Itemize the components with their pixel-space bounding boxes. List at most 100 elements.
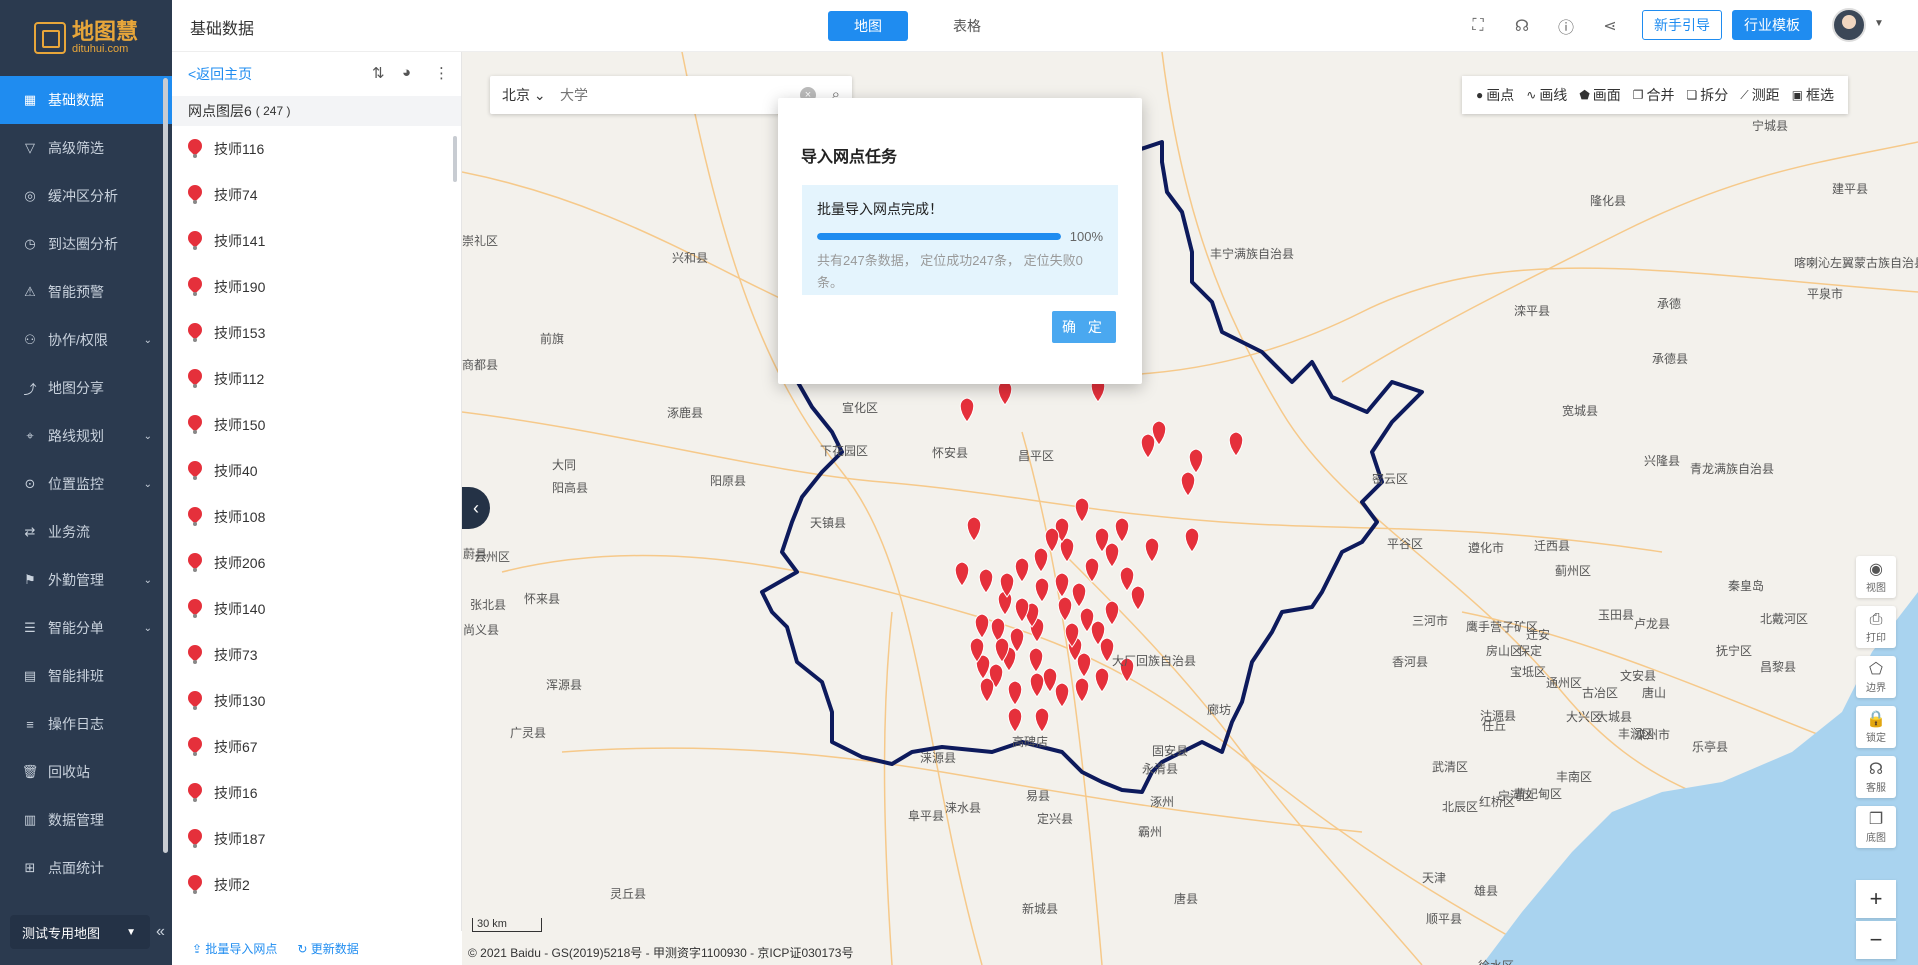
list-item[interactable]: 技师108 (172, 494, 461, 540)
back-home-link[interactable]: <返回主页 (188, 64, 252, 84)
panel-scrollbar[interactable] (453, 136, 457, 182)
list-item[interactable]: 技师67 (172, 724, 461, 770)
sidebar-item[interactable]: ⇄ 业务流 (0, 508, 172, 556)
map-marker[interactable] (1033, 547, 1049, 573)
list-item[interactable]: 技师206 (172, 540, 461, 586)
search-input[interactable] (560, 87, 780, 103)
map-marker[interactable] (966, 516, 982, 542)
map-marker[interactable] (1007, 707, 1023, 733)
side-tool-layers[interactable]: ❐ 底图 (1856, 806, 1896, 848)
sidebar-item[interactable]: ▥ 数据管理 (0, 796, 172, 844)
map-marker[interactable] (1071, 582, 1087, 608)
map-marker[interactable] (974, 613, 990, 639)
list-item[interactable]: 技师2 (172, 862, 461, 908)
list-item[interactable]: 技师116 (172, 126, 461, 172)
list-item[interactable]: 技师74 (172, 172, 461, 218)
map-marker[interactable] (1028, 647, 1044, 673)
map-marker[interactable] (1007, 680, 1023, 706)
map-marker[interactable] (1057, 596, 1073, 622)
side-tool-headset[interactable]: ☊ 客服 (1856, 756, 1896, 798)
map-marker[interactable] (1076, 652, 1092, 678)
sidebar-item[interactable]: ⚑ 外勤管理 ⌄ (0, 556, 172, 604)
caret-down-icon[interactable]: ▼ (1874, 18, 1884, 29)
map-marker[interactable] (954, 561, 970, 587)
headset-icon[interactable]: ☊ (1512, 16, 1532, 36)
map-marker[interactable] (1042, 667, 1058, 693)
sidebar-scrollbar[interactable] (163, 78, 168, 853)
sidebar-item[interactable]: ⤴ 地图分享 (0, 364, 172, 412)
map-marker[interactable] (1104, 600, 1120, 626)
map-marker[interactable] (1114, 517, 1130, 543)
map-marker[interactable] (1034, 577, 1050, 603)
map-marker[interactable] (979, 677, 995, 703)
tool-polygon-tool[interactable]: ⬟ 画面 (1573, 85, 1626, 105)
map-marker[interactable] (1054, 572, 1070, 598)
map-canvas[interactable]: 隆化县 宁城县 建平县 丰宁满族自治县 滦平县 承德 承德县 平泉市 喀喇沁左翼蒙古族自治县 宽城… (462, 52, 1918, 965)
side-tool-print[interactable]: ⎙ 打印 (1856, 606, 1896, 648)
map-marker[interactable] (1140, 433, 1156, 459)
share-icon[interactable]: ⋖ (1600, 16, 1620, 36)
sidebar-item[interactable]: ⚇ 协作/权限 ⌄ (0, 316, 172, 364)
list-item[interactable]: 技师112 (172, 356, 461, 402)
map-marker[interactable] (1029, 672, 1045, 698)
sidebar-item[interactable]: ≡ 操作日志 (0, 700, 172, 748)
tab-table[interactable]: 表格 (927, 11, 1007, 41)
zoom-out-button[interactable]: − (1856, 921, 1896, 959)
collapse-sidebar-icon[interactable]: « (156, 923, 165, 941)
map-marker[interactable] (1184, 527, 1200, 553)
list-item[interactable]: 技师187 (172, 816, 461, 862)
map-marker[interactable] (1228, 431, 1244, 457)
sidebar-item[interactable]: ⊞ 点面统计 (0, 844, 172, 892)
map-marker[interactable] (1074, 677, 1090, 703)
map-marker[interactable] (1130, 585, 1146, 611)
map-select[interactable]: 测试专用地图 ▼ (10, 915, 150, 949)
sidebar-item[interactable]: ▤ 智能排班 (0, 652, 172, 700)
sidebar-item[interactable]: ⌖ 路线规划 ⌄ (0, 412, 172, 460)
map-marker[interactable] (1054, 682, 1070, 708)
tool-ruler-tool[interactable]: ⟋ 测距 (1734, 85, 1785, 105)
tool-box-select[interactable]: ▣ 框选 (1786, 85, 1840, 105)
list-item[interactable]: 技师153 (172, 310, 461, 356)
tool-pin-tool[interactable]: ● 画点 (1470, 85, 1520, 105)
side-tool-boundary[interactable]: ⬠ 边界 (1856, 656, 1896, 698)
map-marker[interactable] (1094, 667, 1110, 693)
list-item[interactable]: 技师150 (172, 402, 461, 448)
list-item[interactable]: 技师73 (172, 632, 461, 678)
sidebar-item[interactable]: 🗑 回收站 (0, 748, 172, 796)
logo[interactable]: 地图慧 dituhui.com (0, 0, 172, 76)
list-item[interactable]: 技师141 (172, 218, 461, 264)
palette-icon[interactable]: ◕ (402, 64, 411, 81)
sidebar-item[interactable]: ☰ 智能分单 ⌄ (0, 604, 172, 652)
sidebar-item[interactable]: ◎ 缓冲区分析 (0, 172, 172, 220)
tool-merge-tool[interactable]: ❐ 合并 (1627, 85, 1681, 105)
map-marker[interactable] (1034, 707, 1050, 733)
tool-line-tool[interactable]: ∿ 画线 (1520, 85, 1573, 105)
map-marker[interactable] (978, 568, 994, 594)
map-marker[interactable] (1180, 471, 1196, 497)
more-icon[interactable]: ⋮ (434, 64, 449, 82)
refresh-data-link[interactable]: ↻ 更新数据 (297, 940, 358, 957)
guide-button[interactable]: 新手引导 (1642, 10, 1722, 40)
side-tool-lock[interactable]: 🔒 锁定 (1856, 706, 1896, 748)
list-item[interactable]: 技师140 (172, 586, 461, 632)
fullscreen-icon[interactable]: ⛶ (1468, 16, 1488, 36)
import-points-link[interactable]: ⇪ 批量导入网点 (192, 940, 277, 957)
tab-map[interactable]: 地图 (828, 11, 908, 41)
map-marker[interactable] (1014, 557, 1030, 583)
template-button[interactable]: 行业模板 (1732, 10, 1812, 40)
city-select[interactable]: 北京 ⌄ (490, 85, 560, 105)
list-item[interactable]: 技师190 (172, 264, 461, 310)
list-item[interactable]: 技师40 (172, 448, 461, 494)
map-marker[interactable] (959, 397, 975, 423)
map-marker[interactable] (1188, 448, 1204, 474)
avatar[interactable] (1832, 8, 1866, 42)
zoom-in-button[interactable]: + (1856, 880, 1896, 918)
map-marker[interactable] (1119, 566, 1135, 592)
help-icon[interactable]: ⓘ (1556, 16, 1576, 37)
sort-icon[interactable]: ⇅ (372, 64, 385, 82)
sidebar-item[interactable]: ⚠ 智能预警 (0, 268, 172, 316)
map-marker[interactable] (1144, 537, 1160, 563)
sidebar-item[interactable]: ⊙ 位置监控 ⌄ (0, 460, 172, 508)
sidebar-item[interactable]: ▦ 基础数据 (0, 76, 172, 124)
sidebar-item[interactable]: ◷ 到达圈分析 (0, 220, 172, 268)
